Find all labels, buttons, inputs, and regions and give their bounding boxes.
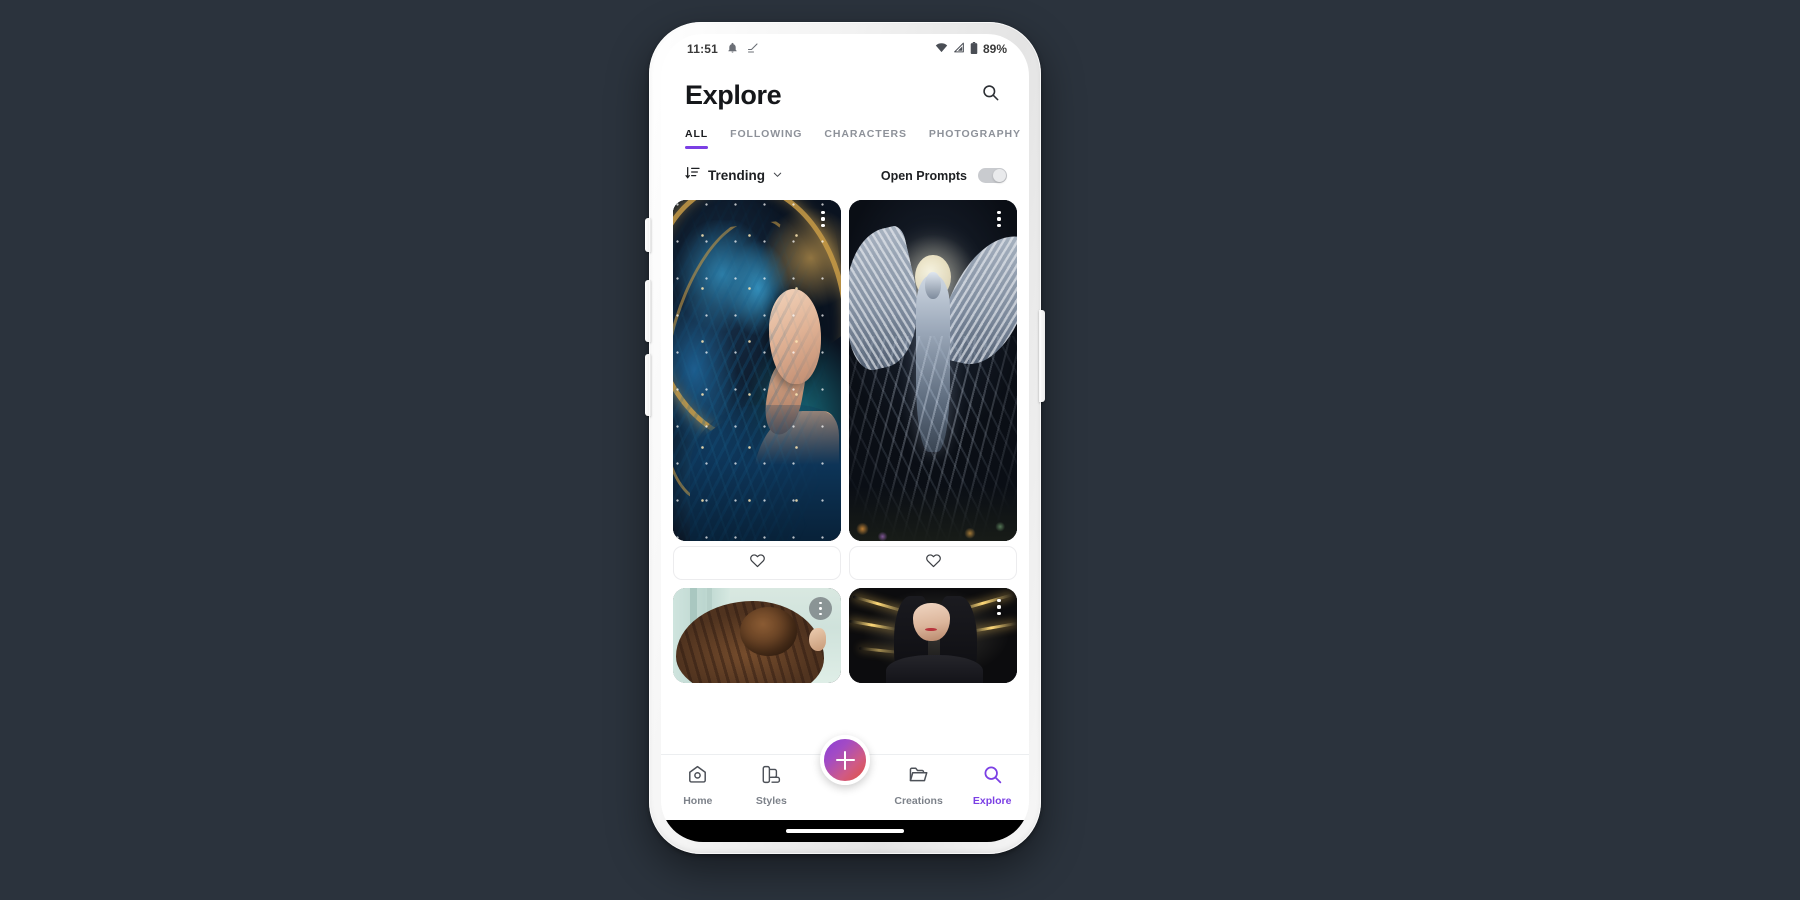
phone-screen: 11:51 89% Explore ALL FOLLOWING CHARACTE… <box>661 34 1029 842</box>
more-options-icon[interactable] <box>990 596 1008 618</box>
more-options-icon[interactable] <box>814 208 832 230</box>
toggle-knob <box>993 169 1006 182</box>
app-header: Explore <box>661 64 1029 120</box>
power-button[interactable] <box>1039 310 1045 402</box>
phone-device-frame: 11:51 89% Explore ALL FOLLOWING CHARACTE… <box>645 22 1045 854</box>
tab-photography[interactable]: PHOTOGRAPHY <box>929 128 1021 149</box>
card-moon-angel[interactable] <box>849 200 1017 580</box>
like-button[interactable] <box>849 546 1017 580</box>
home-indicator-bar <box>661 820 1029 842</box>
nav-item-home[interactable]: Home <box>661 764 735 807</box>
folder-icon <box>908 764 929 790</box>
cellular-signal-icon <box>953 42 965 56</box>
styles-palette-icon <box>761 764 782 790</box>
page-title: Explore <box>685 79 782 110</box>
heart-outline-icon <box>749 552 766 574</box>
sort-label: Trending <box>708 168 765 183</box>
home-camera-icon <box>687 764 708 790</box>
category-tabs[interactable]: ALL FOLLOWING CHARACTERS PHOTOGRAPHY ILL… <box>661 120 1029 149</box>
plus-icon <box>835 750 855 770</box>
status-bar-right: 89% <box>935 41 1007 57</box>
sort-descending-icon <box>685 165 701 186</box>
card-braided-hair[interactable] <box>673 588 841 683</box>
status-bar-left: 11:51 <box>687 42 759 57</box>
nav-label-styles: Styles <box>755 795 787 807</box>
heart-outline-icon <box>925 552 942 574</box>
like-button[interactable] <box>673 546 841 580</box>
search-icon <box>982 764 1003 790</box>
search-button[interactable] <box>973 78 1007 112</box>
nav-label-home: Home <box>683 795 713 807</box>
card-image[interactable] <box>849 588 1017 683</box>
notification-bell-icon <box>727 42 738 57</box>
artwork-moon-angel <box>849 200 1017 541</box>
artwork-blue-haired-woman <box>673 200 841 541</box>
open-prompts-group: Open Prompts <box>881 168 1007 183</box>
nav-item-explore[interactable]: Explore <box>955 764 1029 807</box>
open-prompts-toggle[interactable] <box>978 168 1007 183</box>
more-options-icon[interactable] <box>990 208 1008 230</box>
nav-item-styles[interactable]: Styles <box>735 764 809 807</box>
card-neon-corridor[interactable] <box>849 588 1017 683</box>
bottom-navigation-bar: Home Styles Creations Explore <box>661 735 1029 820</box>
home-indicator[interactable] <box>786 829 904 833</box>
battery-icon <box>970 41 978 57</box>
explore-feed-grid[interactable] <box>661 200 1029 754</box>
filter-row: Trending Open Prompts <box>661 149 1029 200</box>
open-prompts-label: Open Prompts <box>880 168 967 183</box>
more-options-icon[interactable] <box>809 597 832 620</box>
create-fab[interactable] <box>820 735 870 785</box>
volume-up-button[interactable] <box>645 280 651 342</box>
nav-label-explore: Explore <box>972 795 1012 807</box>
tab-following[interactable]: FOLLOWING <box>730 128 802 149</box>
tab-characters[interactable]: CHARACTERS <box>824 128 907 149</box>
status-time: 11:51 <box>687 42 719 56</box>
wifi-icon <box>935 42 948 56</box>
chevron-down-icon <box>772 167 783 185</box>
nav-label-creations: Creations <box>894 795 943 807</box>
card-image[interactable] <box>673 200 841 541</box>
check-activity-icon <box>747 42 759 57</box>
card-blue-haired-woman[interactable] <box>673 200 841 580</box>
sort-dropdown[interactable]: Trending <box>685 165 783 186</box>
card-image[interactable] <box>673 588 841 683</box>
nav-item-creations[interactable]: Creations <box>882 764 956 807</box>
tab-all[interactable]: ALL <box>685 128 709 149</box>
battery-percent-label: 89% <box>982 42 1007 56</box>
status-bar: 11:51 89% <box>661 34 1029 64</box>
search-icon <box>981 83 1000 107</box>
silent-switch-button[interactable] <box>645 218 651 252</box>
card-image[interactable] <box>849 200 1017 541</box>
volume-down-button[interactable] <box>645 354 651 416</box>
